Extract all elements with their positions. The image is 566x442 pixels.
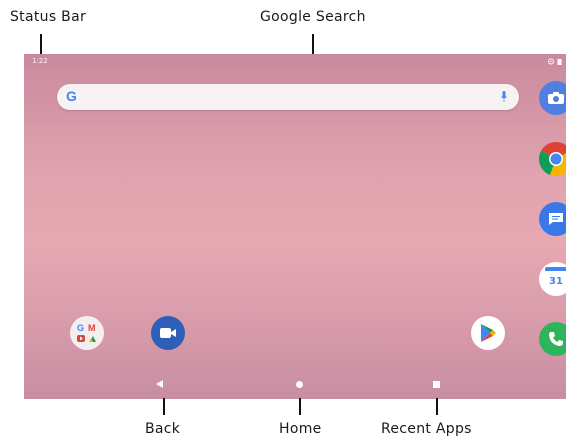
recent-apps-annotation: Recent Apps: [381, 421, 472, 437]
device-screen: 1:22 G 31 G M: [24, 54, 566, 399]
google-search-bar[interactable]: G: [57, 84, 519, 110]
svg-text:G: G: [77, 323, 84, 333]
calendar-app[interactable]: 31: [539, 262, 566, 296]
recent-apps-pointer: [436, 398, 438, 415]
google-search-annotation: Google Search: [260, 9, 366, 25]
recent-apps-icon[interactable]: [433, 381, 440, 388]
google-apps-folder-icon: G M: [77, 323, 96, 342]
play-store-icon: [481, 324, 496, 342]
status-bar-pointer: [40, 34, 42, 56]
play-store-app[interactable]: [471, 316, 505, 350]
camera-icon: [548, 92, 564, 104]
phone-icon: [549, 332, 563, 346]
battery-icon: [557, 58, 562, 65]
status-icons: [547, 57, 562, 65]
svg-text:M: M: [88, 323, 96, 333]
back-annotation: Back: [145, 421, 181, 437]
duo-video-icon: [160, 328, 176, 338]
mic-icon[interactable]: [501, 91, 507, 103]
home-pointer: [299, 398, 301, 415]
back-icon[interactable]: [156, 380, 163, 388]
duo-app[interactable]: [151, 316, 185, 350]
calendar-icon: 31: [545, 267, 566, 291]
home-icon[interactable]: [296, 381, 303, 388]
google-apps-folder[interactable]: G M: [70, 316, 104, 350]
calendar-day: 31: [549, 275, 563, 287]
status-bar-annotation: Status Bar: [10, 9, 87, 25]
phone-app[interactable]: [539, 322, 566, 356]
chrome-icon: [539, 142, 566, 176]
camera-app[interactable]: [539, 81, 566, 115]
home-annotation: Home: [279, 421, 322, 437]
google-g-icon: G: [66, 88, 77, 104]
back-pointer: [163, 398, 165, 415]
messages-app[interactable]: [539, 202, 566, 236]
chrome-app[interactable]: [539, 142, 566, 176]
messages-icon: [549, 213, 563, 225]
status-time: 1:22: [32, 57, 48, 65]
wifi-icon: [547, 58, 554, 64]
